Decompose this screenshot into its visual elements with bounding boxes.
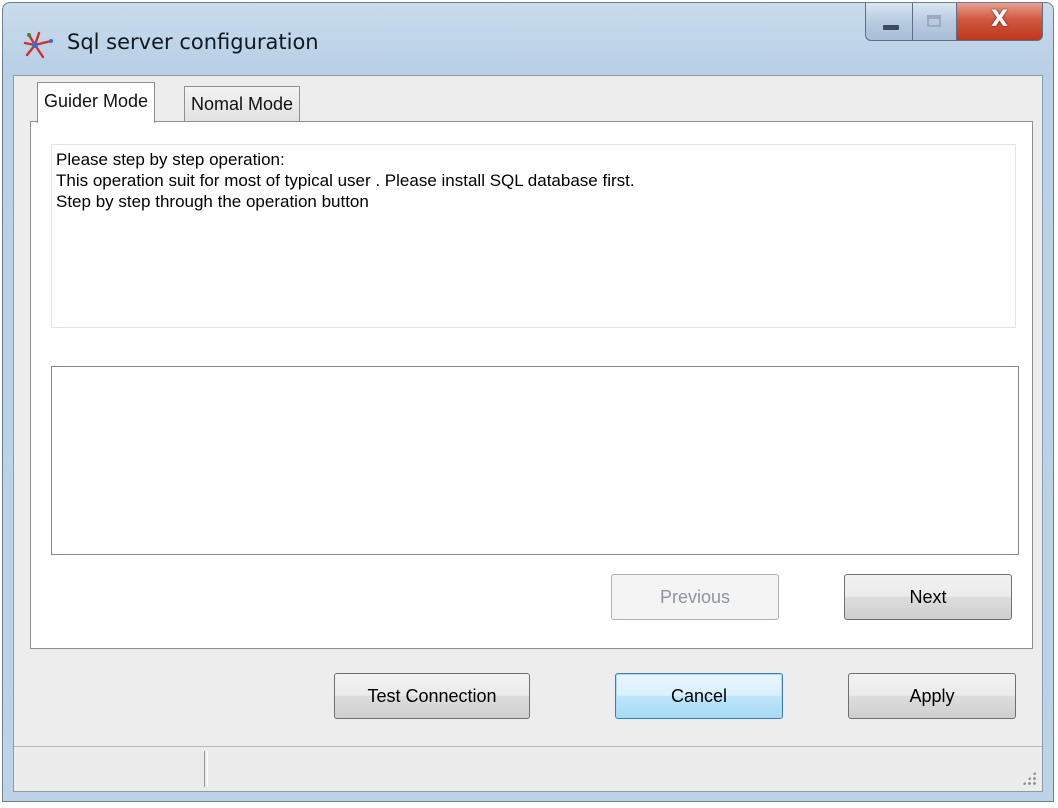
instruction-line: This operation suit for most of typical …: [56, 171, 635, 190]
status-bar: [14, 746, 1042, 791]
output-textbox[interactable]: [51, 366, 1019, 555]
maximize-button[interactable]: [913, 3, 957, 41]
instruction-line: Please step by step operation:: [56, 150, 285, 169]
tab-guider-mode[interactable]: Guider Mode: [37, 82, 156, 123]
window-controls: X: [865, 3, 1043, 43]
window-title: Sql server configuration: [67, 30, 319, 54]
next-button[interactable]: Next: [844, 574, 1012, 620]
instructions-textbox[interactable]: Please step by step operation: This oper…: [51, 144, 1016, 328]
dialog-client-area: Guider Mode Nomal Mode Please step by st…: [13, 75, 1043, 792]
title-bar[interactable]: Sql server configuration X: [3, 3, 1053, 75]
test-connection-button[interactable]: Test Connection: [334, 673, 530, 719]
previous-button[interactable]: Previous: [611, 574, 779, 620]
instruction-line: Step by step through the operation butto…: [56, 192, 369, 211]
close-button[interactable]: X: [957, 3, 1043, 41]
close-icon: X: [991, 7, 1008, 32]
status-separator: [204, 751, 208, 787]
minimize-icon: [883, 25, 899, 30]
resize-grip-icon[interactable]: [1022, 771, 1036, 785]
cancel-button[interactable]: Cancel: [615, 673, 783, 719]
apply-button[interactable]: Apply: [848, 673, 1016, 719]
guider-mode-panel: Please step by step operation: This oper…: [30, 121, 1033, 649]
maximize-icon: [927, 15, 941, 27]
minimize-button[interactable]: [865, 3, 913, 41]
sql-config-app-icon: [23, 31, 53, 59]
tab-normal-mode[interactable]: Nomal Mode: [184, 86, 301, 122]
app-window: Sql server configuration X Guider Mode N…: [2, 2, 1054, 802]
